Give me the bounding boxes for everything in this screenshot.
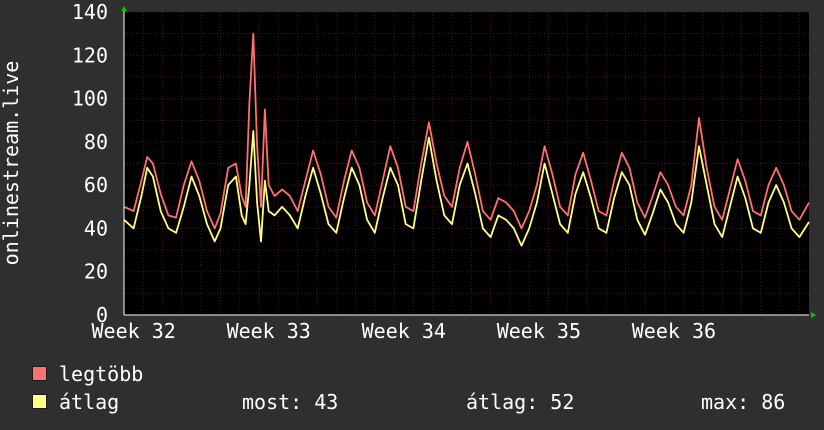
y-tick-label: 140 (72, 0, 108, 24)
y-tick-label: 20 (84, 260, 108, 284)
y-axis-label: onlinestream.live (0, 61, 23, 266)
legend-label-avg: átlag (59, 390, 120, 414)
max-swatch (32, 366, 47, 381)
x-axis-arrow (811, 312, 816, 318)
x-tick-label: Week 32 (91, 319, 175, 343)
legend-item-max: legtöbb (32, 362, 143, 386)
stat-max: max: 86 (701, 390, 786, 414)
stat-current: most: 43 (242, 390, 339, 414)
avg-swatch (32, 394, 47, 409)
y-tick-label: 80 (84, 130, 108, 154)
x-tick-label: Week 34 (362, 319, 446, 343)
y-axis-arrow (121, 6, 127, 11)
legend-item-avg: átlag (32, 390, 119, 414)
y-tick-label: 120 (72, 43, 108, 67)
x-tick-label: Week 33 (227, 319, 311, 343)
y-tick-labels: 020406080100120140 (72, 0, 108, 327)
y-tick-label: 40 (84, 216, 108, 240)
stat-average: átlag: 52 (466, 390, 575, 414)
y-tick-label: 100 (72, 87, 108, 111)
x-tick-label: Week 36 (632, 319, 716, 343)
x-tick-labels: Week 32 Week 33 Week 34 Week 35 Week 36 (91, 319, 716, 343)
legend-label-max: legtöbb (59, 362, 144, 386)
x-tick-label: Week 35 (497, 319, 581, 343)
y-tick-label: 60 (84, 173, 108, 197)
